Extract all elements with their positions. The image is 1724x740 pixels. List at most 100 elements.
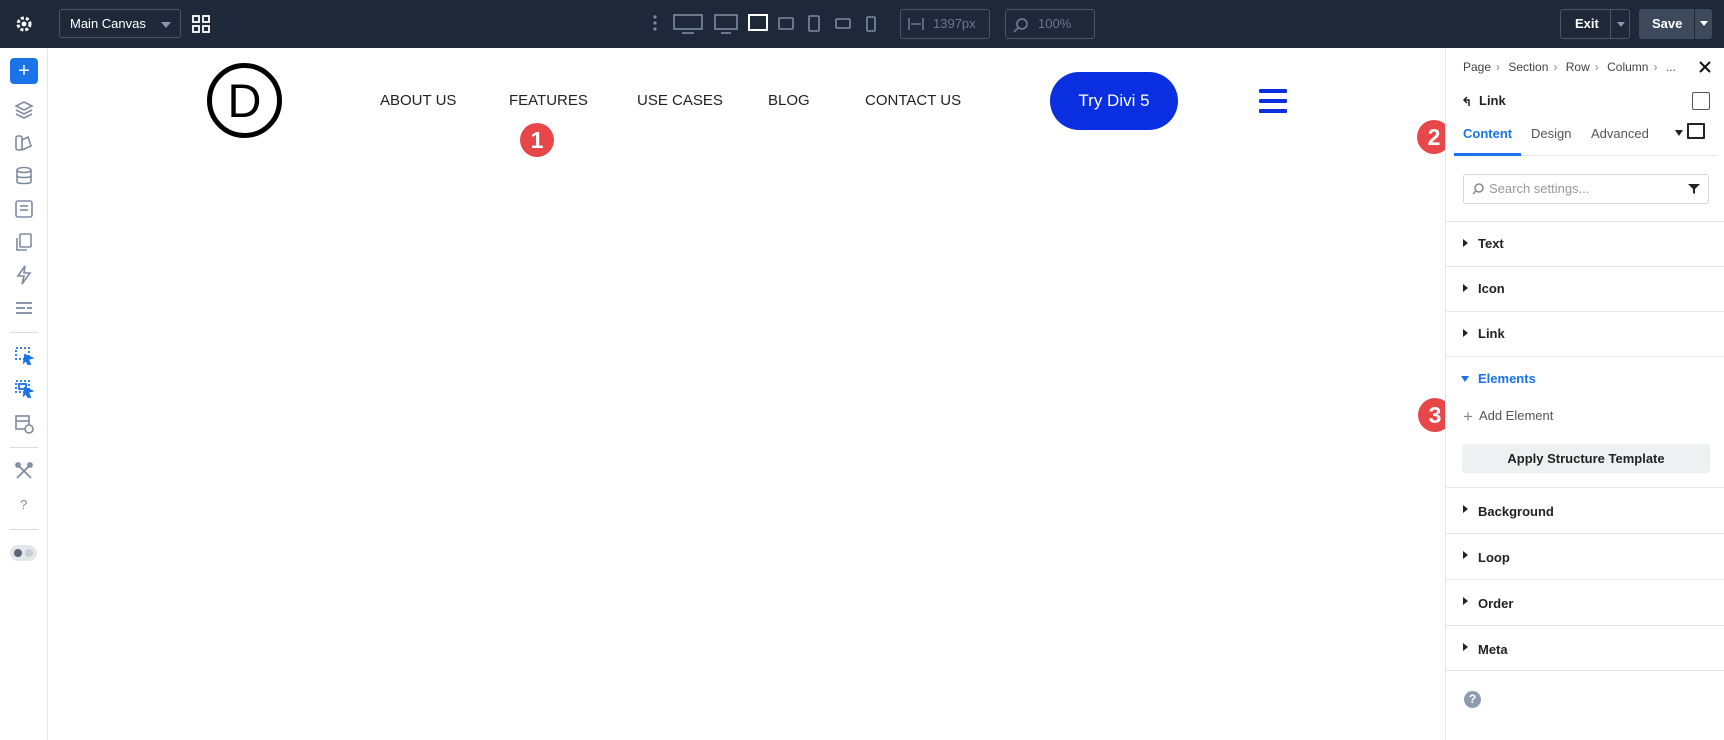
tab-content[interactable]: Content [1463, 126, 1512, 141]
zoom-input[interactable]: 100% [1005, 9, 1095, 39]
save-divider [1694, 9, 1695, 39]
nav-link-blog[interactable]: BLOG [768, 92, 810, 109]
canvas-width-value: 1397px [933, 16, 976, 31]
caret-right-icon [1463, 505, 1468, 513]
chevron-down-icon [161, 22, 171, 28]
hamburger-menu-icon[interactable] [1259, 89, 1287, 113]
caret-right-icon [1463, 551, 1468, 559]
multi-select-icon[interactable] [14, 379, 34, 399]
toggle-dot-left [14, 549, 22, 557]
element-title[interactable]: Link [1462, 93, 1506, 108]
settings-panel: Page › Section › Row › Column › ... Link Con… [1445, 48, 1724, 740]
tools-icon[interactable] [14, 461, 34, 481]
width-arrows-icon [908, 18, 924, 30]
section-loop[interactable]: Loop [1446, 533, 1724, 579]
nav-link-features[interactable]: FEATURES [509, 92, 588, 109]
layout-grid-icon[interactable] [191, 14, 211, 34]
panel-options-icon[interactable] [1692, 92, 1710, 110]
plus-icon: + [1463, 407, 1473, 426]
nav-link-use-cases[interactable]: USE CASES [637, 92, 723, 109]
phone-landscape-icon[interactable] [835, 18, 851, 29]
exit-divider [1610, 10, 1611, 38]
tablet-portrait-icon[interactable] [808, 15, 820, 32]
breadcrumb-column[interactable]: Column [1607, 60, 1648, 74]
caret-down-icon [1461, 376, 1469, 382]
more-vertical-icon[interactable] [652, 14, 658, 32]
save-dropdown-caret-icon[interactable] [1700, 21, 1708, 26]
nav-link-about[interactable]: ABOUT US [380, 92, 456, 109]
table-layout-icon[interactable] [14, 298, 34, 318]
select-element-icon[interactable] [14, 346, 34, 366]
caret-right-icon [1463, 284, 1468, 292]
sidebar-divider [10, 447, 38, 448]
back-arrow-icon [1462, 96, 1470, 106]
search-icon [1013, 18, 1028, 33]
section-link[interactable]: Link [1446, 311, 1724, 356]
sidebar-divider [10, 529, 38, 530]
exit-dropdown-caret-icon[interactable] [1617, 22, 1625, 27]
close-icon[interactable] [1698, 60, 1712, 74]
breadcrumb-page[interactable]: Page [1463, 60, 1491, 74]
caret-right-icon [1463, 239, 1468, 247]
settings-search-input[interactable]: Search settings... [1463, 174, 1709, 204]
site-logo[interactable]: D [207, 63, 282, 138]
try-divi-button[interactable]: Try Divi 5 [1050, 72, 1178, 130]
caret-right-icon [1463, 643, 1468, 651]
design-palette-icon[interactable] [14, 133, 34, 153]
chevron-down-icon[interactable] [1675, 130, 1683, 136]
section-text[interactable]: Text [1446, 221, 1724, 266]
tab-design[interactable]: Design [1531, 126, 1571, 141]
svg-text:?: ? [20, 497, 27, 512]
laptop-device-icon[interactable] [748, 14, 768, 32]
canvas-select[interactable]: Main Canvas [59, 9, 181, 38]
add-module-button[interactable]: + [10, 58, 38, 84]
layers-icon[interactable] [14, 100, 34, 120]
zoom-value: 100% [1038, 16, 1072, 31]
top-toolbar: Main Canvas 1397px 100% Exit Save [0, 0, 1724, 48]
view-mode-toggle[interactable] [10, 545, 37, 561]
responsive-view-icon[interactable] [1687, 123, 1705, 139]
tablet-landscape-icon[interactable] [778, 17, 794, 30]
breadcrumb: Page › Section › Row › Column › ... [1463, 60, 1676, 74]
preview-layout-icon[interactable] [14, 414, 34, 434]
help-icon[interactable]: ? [1464, 691, 1481, 708]
tab-advanced[interactable]: Advanced [1591, 126, 1649, 141]
breadcrumb-section[interactable]: Section [1508, 60, 1548, 74]
sidebar-divider [10, 332, 38, 333]
step-badge-1: 1 [520, 123, 554, 157]
caret-right-icon [1463, 329, 1468, 337]
section-background[interactable]: Background [1446, 487, 1724, 533]
panel-tabs: Content Design Advanced [1454, 112, 1717, 156]
search-placeholder: Search settings... [1489, 181, 1590, 196]
toggle-dot-right [25, 549, 33, 557]
settings-gear-icon[interactable] [14, 14, 34, 34]
desktop-device-icon[interactable] [714, 14, 738, 34]
save-button-label: Save [1652, 16, 1683, 31]
help-question-icon[interactable]: ? [14, 494, 34, 514]
add-element-button[interactable]: + Add Element [1463, 407, 1553, 427]
left-sidebar: + ? [0, 48, 48, 740]
section-order[interactable]: Order [1446, 579, 1724, 625]
breadcrumb-row[interactable]: Row [1566, 60, 1590, 74]
element-title-label: Link [1479, 93, 1506, 108]
phone-portrait-icon[interactable] [866, 16, 876, 32]
theme-options-icon[interactable] [14, 199, 34, 219]
active-tab-indicator [1454, 153, 1521, 156]
save-button[interactable]: Save [1639, 9, 1712, 39]
exit-button[interactable]: Exit [1560, 9, 1630, 39]
filter-icon[interactable] [1688, 183, 1700, 195]
canvas-width-input[interactable]: 1397px [900, 9, 990, 39]
search-icon [1472, 183, 1484, 195]
apply-structure-template-button[interactable]: Apply Structure Template [1462, 444, 1710, 473]
pages-icon[interactable] [14, 232, 34, 252]
main-canvas [48, 48, 1445, 740]
database-icon[interactable] [14, 166, 34, 186]
nav-link-contact[interactable]: CONTACT US [865, 92, 961, 109]
section-meta[interactable]: Meta [1446, 625, 1724, 671]
widescreen-device-icon[interactable] [673, 14, 703, 34]
breadcrumb-more[interactable]: ... [1666, 60, 1676, 74]
section-icon[interactable]: Icon [1446, 266, 1724, 311]
add-element-label: Add Element [1478, 408, 1554, 423]
lightning-icon[interactable] [14, 265, 34, 285]
canvas-select-value: Main Canvas [70, 16, 146, 31]
